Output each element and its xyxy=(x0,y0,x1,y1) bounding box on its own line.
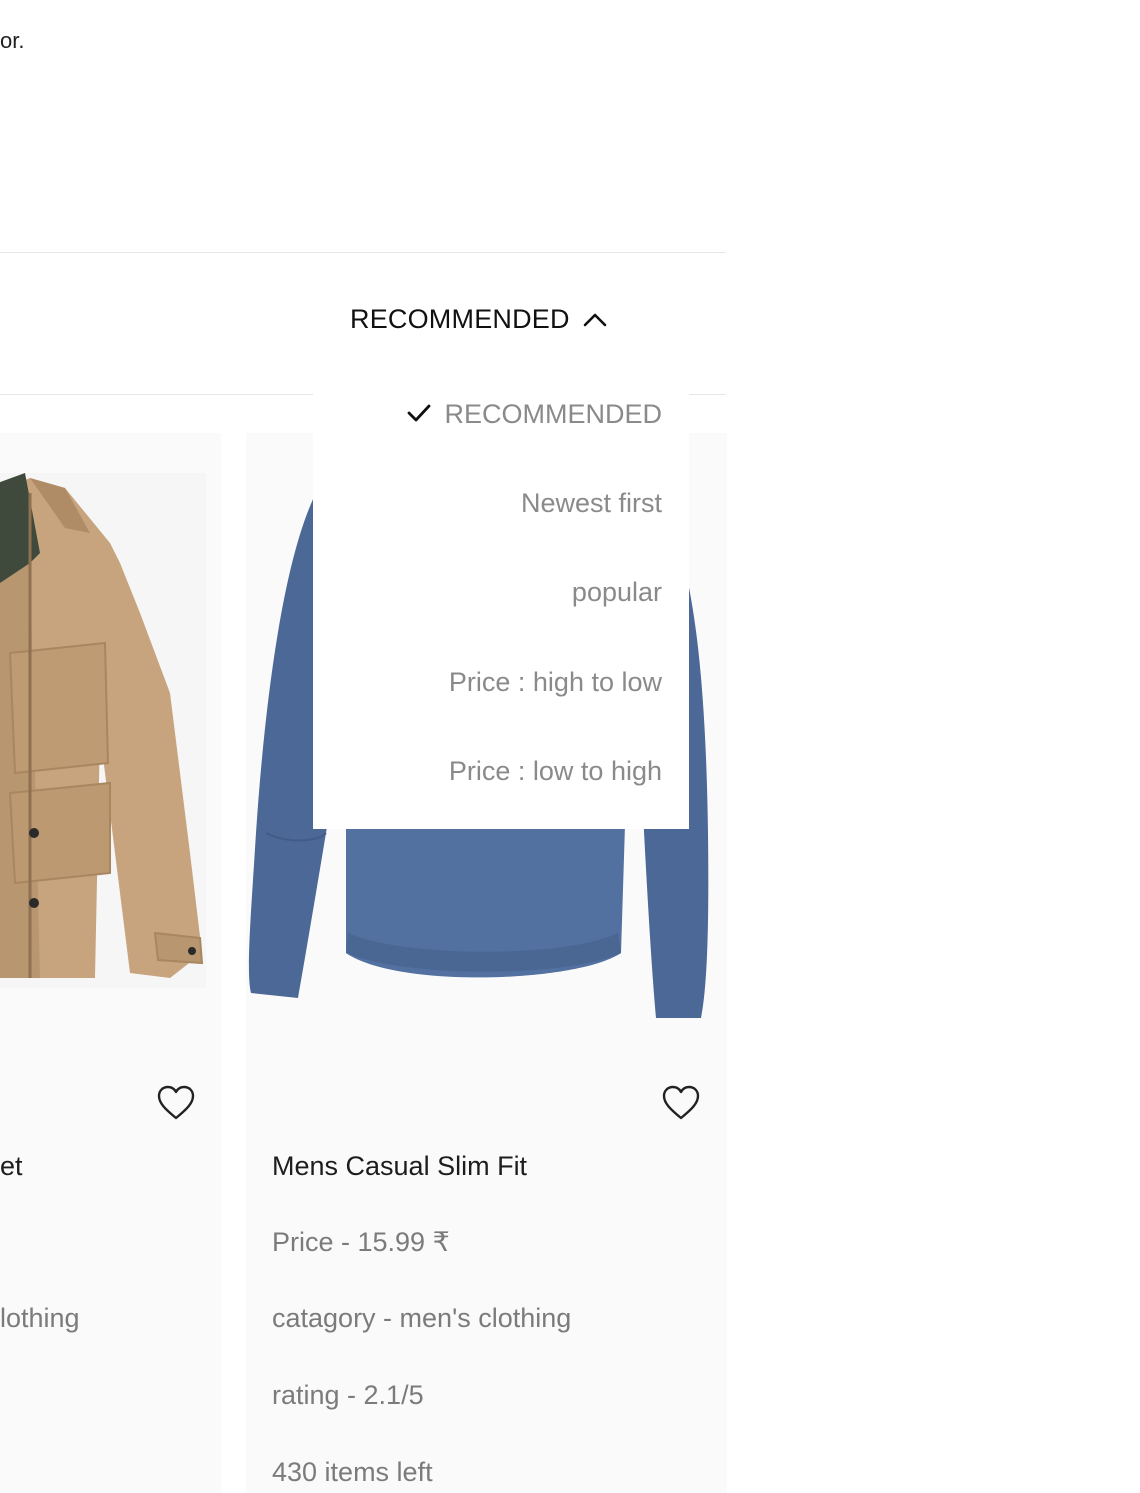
sort-option-popular[interactable]: popular xyxy=(572,572,662,612)
sort-option-label: RECOMMENDED xyxy=(444,398,662,429)
sort-dropdown-toggle[interactable]: RECOMMENDED xyxy=(350,304,608,335)
product-category: lothing xyxy=(0,1303,80,1333)
product-card[interactable]: et lothing xyxy=(0,433,221,1493)
sort-option-recommended[interactable]: RECOMMENDED xyxy=(406,394,662,434)
chevron-up-icon xyxy=(582,310,608,330)
product-price: Price - 15.99 ₹ xyxy=(272,1227,450,1257)
sort-option-price-low-to-high[interactable]: Price : low to high xyxy=(449,751,662,791)
sort-option-label: Price : high to low xyxy=(448,666,662,697)
sort-dropdown-menu: RECOMMENDED Newest first popular Price :… xyxy=(313,394,689,829)
sort-option-price-high-to-low[interactable]: Price : high to low xyxy=(449,662,662,702)
top-divider xyxy=(0,252,726,253)
heart-outline-icon[interactable] xyxy=(157,1085,195,1121)
product-title[interactable]: et xyxy=(0,1151,23,1182)
description-text: or. xyxy=(0,28,25,53)
sort-option-label: Newest first xyxy=(520,487,662,518)
product-title[interactable]: Mens Casual Slim Fit xyxy=(272,1151,527,1182)
sort-option-newest-first[interactable]: Newest first xyxy=(521,483,662,523)
sort-current-label: RECOMMENDED xyxy=(350,304,570,334)
heart-outline-icon[interactable] xyxy=(662,1085,700,1121)
product-image-tan-jacket[interactable] xyxy=(0,433,221,1023)
check-icon xyxy=(406,399,432,430)
product-stock: 430 items left xyxy=(272,1457,433,1487)
sort-option-label: popular xyxy=(571,576,662,607)
product-rating: rating - 2.1/5 xyxy=(272,1380,424,1410)
sort-option-label: Price : low to high xyxy=(448,755,662,786)
product-category: catagory - men's clothing xyxy=(272,1303,572,1333)
